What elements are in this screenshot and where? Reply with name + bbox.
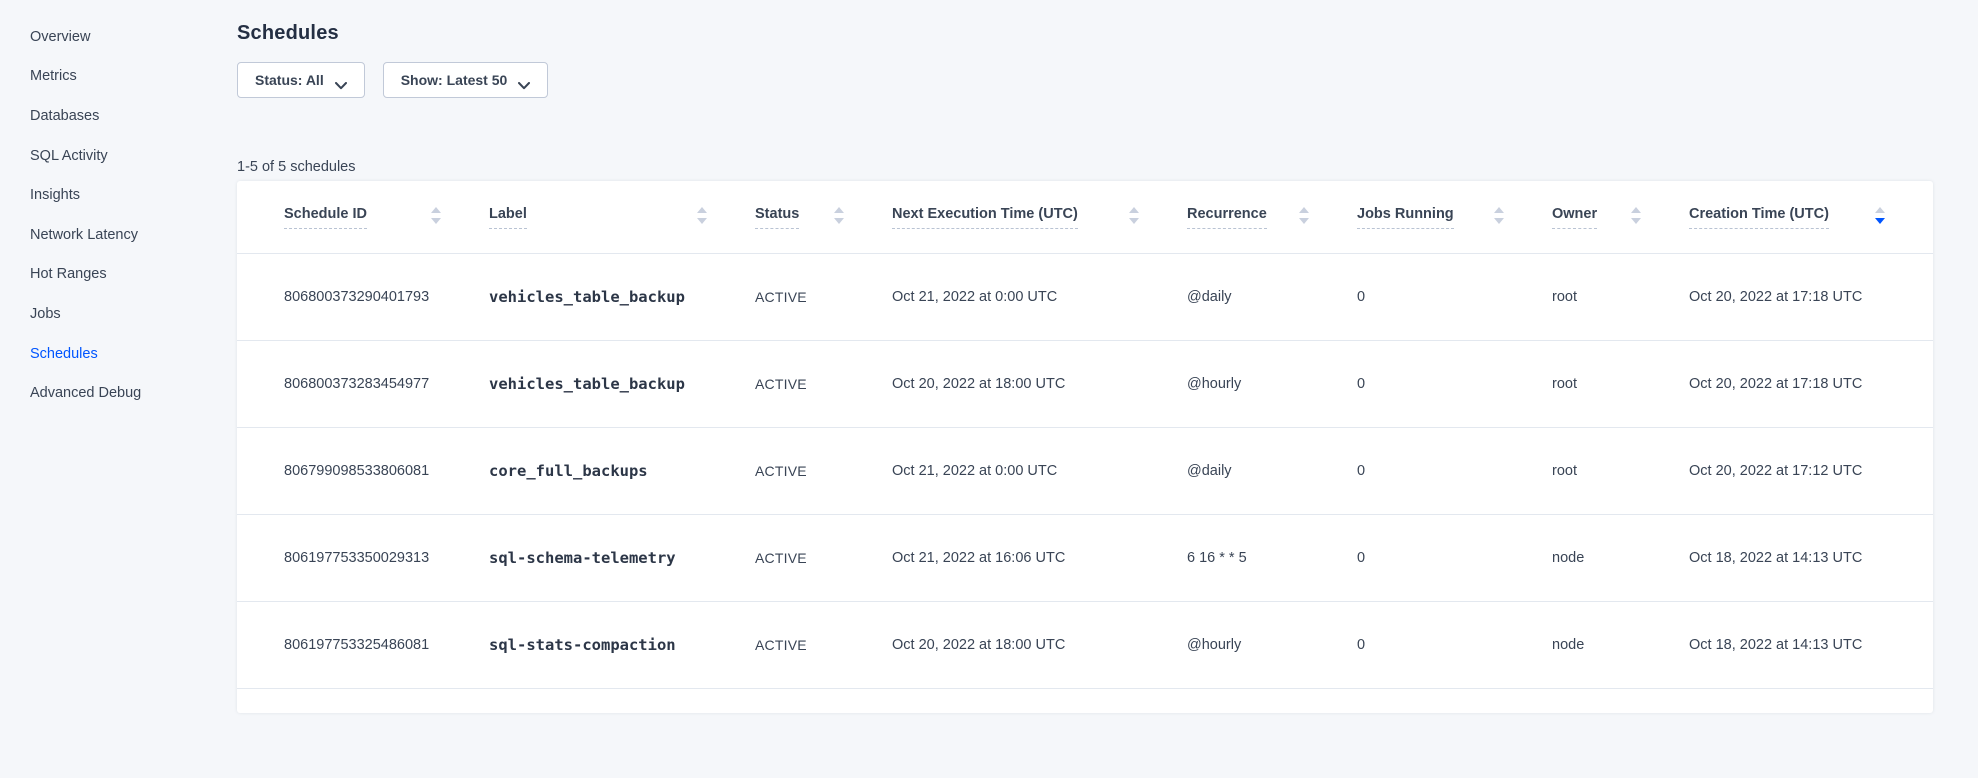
next-execution-cell: Oct 21, 2022 at 0:00 UTC (892, 427, 1187, 514)
sidebar-item-network-latency[interactable]: Network Latency (30, 215, 237, 255)
status-cell: ACTIVE (755, 427, 892, 514)
owner-cell: node (1552, 514, 1689, 601)
schedule-label-cell: vehicles_table_backup (489, 253, 755, 340)
chevron-down-icon (335, 77, 347, 85)
table-row: 806799098533806081 core_full_backups ACT… (237, 427, 1933, 514)
sidebar-item-sql-activity[interactable]: SQL Activity (30, 136, 237, 176)
status-filter-label: Status: All (255, 72, 324, 88)
recurrence-cell: @daily (1187, 253, 1357, 340)
schedule-id-cell: 806800373290401793 (237, 253, 489, 340)
creation-time-cell: Oct 20, 2022 at 17:18 UTC (1689, 253, 1933, 340)
main-content: Schedules Status: All Show: Latest 50 1-… (237, 0, 1933, 713)
table-row: 806197753350029313 sql-schema-telemetry … (237, 514, 1933, 601)
schedule-label-cell: sql-schema-telemetry (489, 514, 755, 601)
next-execution-cell: Oct 20, 2022 at 18:00 UTC (892, 601, 1187, 688)
column-header-status[interactable]: Status (755, 181, 892, 253)
filter-bar: Status: All Show: Latest 50 (237, 62, 1933, 98)
sidebar-item-jobs[interactable]: Jobs (30, 294, 237, 334)
column-header-schedule-id[interactable]: Schedule ID (237, 181, 489, 253)
creation-time-cell: Oct 20, 2022 at 17:12 UTC (1689, 427, 1933, 514)
recurrence-cell: @hourly (1187, 340, 1357, 427)
sidebar-item-metrics[interactable]: Metrics (30, 57, 237, 97)
show-limit-dropdown[interactable]: Show: Latest 50 (383, 62, 549, 98)
schedule-id-cell: 806800373283454977 (237, 340, 489, 427)
owner-cell: root (1552, 427, 1689, 514)
table-row: 806800373290401793 vehicles_table_backup… (237, 253, 1933, 340)
jobs-running-cell: 0 (1357, 253, 1552, 340)
creation-time-cell: Oct 20, 2022 at 17:18 UTC (1689, 340, 1933, 427)
recurrence-cell: @daily (1187, 427, 1357, 514)
creation-time-cell: Oct 18, 2022 at 14:13 UTC (1689, 601, 1933, 688)
sidebar-item-overview[interactable]: Overview (30, 17, 237, 57)
sort-icon (834, 207, 844, 224)
owner-cell: node (1552, 601, 1689, 688)
column-header-next-execution-time[interactable]: Next Execution Time (UTC) (892, 181, 1187, 253)
column-header-jobs-running[interactable]: Jobs Running (1357, 181, 1552, 253)
schedule-id-cell: 806799098533806081 (237, 427, 489, 514)
sidebar-item-databases[interactable]: Databases (30, 96, 237, 136)
sort-icon (697, 207, 707, 224)
table-row: 806197753325486081 sql-stats-compaction … (237, 601, 1933, 688)
table-header-row: Schedule ID Label Stat (237, 181, 1933, 253)
status-cell: ACTIVE (755, 601, 892, 688)
sort-desc-icon (1875, 207, 1885, 224)
column-header-creation-time[interactable]: Creation Time (UTC) (1689, 181, 1933, 253)
jobs-running-cell: 0 (1357, 340, 1552, 427)
schedules-page: Overview Metrics Databases SQL Activity … (0, 0, 1978, 778)
results-count: 1-5 of 5 schedules (237, 159, 1933, 175)
sidebar-item-insights[interactable]: Insights (30, 175, 237, 215)
schedule-label-cell: core_full_backups (489, 427, 755, 514)
chevron-down-icon (518, 77, 530, 85)
column-header-owner[interactable]: Owner (1552, 181, 1689, 253)
column-header-recurrence[interactable]: Recurrence (1187, 181, 1357, 253)
status-cell: ACTIVE (755, 340, 892, 427)
status-cell: ACTIVE (755, 514, 892, 601)
column-header-label[interactable]: Label (489, 181, 755, 253)
sidebar-item-advanced-debug[interactable]: Advanced Debug (30, 373, 237, 413)
jobs-running-cell: 0 (1357, 427, 1552, 514)
owner-cell: root (1552, 340, 1689, 427)
sort-icon (1299, 207, 1309, 224)
jobs-running-cell: 0 (1357, 601, 1552, 688)
sidebar: Overview Metrics Databases SQL Activity … (0, 0, 237, 778)
status-filter-dropdown[interactable]: Status: All (237, 62, 365, 98)
schedules-table-card: Schedule ID Label Stat (237, 181, 1933, 713)
schedule-label-cell: vehicles_table_backup (489, 340, 755, 427)
sort-icon (1129, 207, 1139, 224)
recurrence-cell: @hourly (1187, 601, 1357, 688)
sort-icon (431, 207, 441, 224)
sidebar-item-schedules[interactable]: Schedules (30, 334, 237, 374)
recurrence-cell: 6 16 * * 5 (1187, 514, 1357, 601)
page-title: Schedules (237, 22, 1933, 45)
next-execution-cell: Oct 21, 2022 at 0:00 UTC (892, 253, 1187, 340)
schedule-id-cell: 806197753350029313 (237, 514, 489, 601)
jobs-running-cell: 0 (1357, 514, 1552, 601)
schedule-label-cell: sql-stats-compaction (489, 601, 755, 688)
owner-cell: root (1552, 253, 1689, 340)
table-row: 806800373283454977 vehicles_table_backup… (237, 340, 1933, 427)
schedule-id-cell: 806197753325486081 (237, 601, 489, 688)
status-cell: ACTIVE (755, 253, 892, 340)
next-execution-cell: Oct 21, 2022 at 16:06 UTC (892, 514, 1187, 601)
next-execution-cell: Oct 20, 2022 at 18:00 UTC (892, 340, 1187, 427)
sort-icon (1494, 207, 1504, 224)
creation-time-cell: Oct 18, 2022 at 14:13 UTC (1689, 514, 1933, 601)
show-limit-label: Show: Latest 50 (401, 72, 508, 88)
sidebar-item-hot-ranges[interactable]: Hot Ranges (30, 255, 237, 295)
sort-icon (1631, 207, 1641, 224)
schedules-table: Schedule ID Label Stat (237, 181, 1933, 689)
